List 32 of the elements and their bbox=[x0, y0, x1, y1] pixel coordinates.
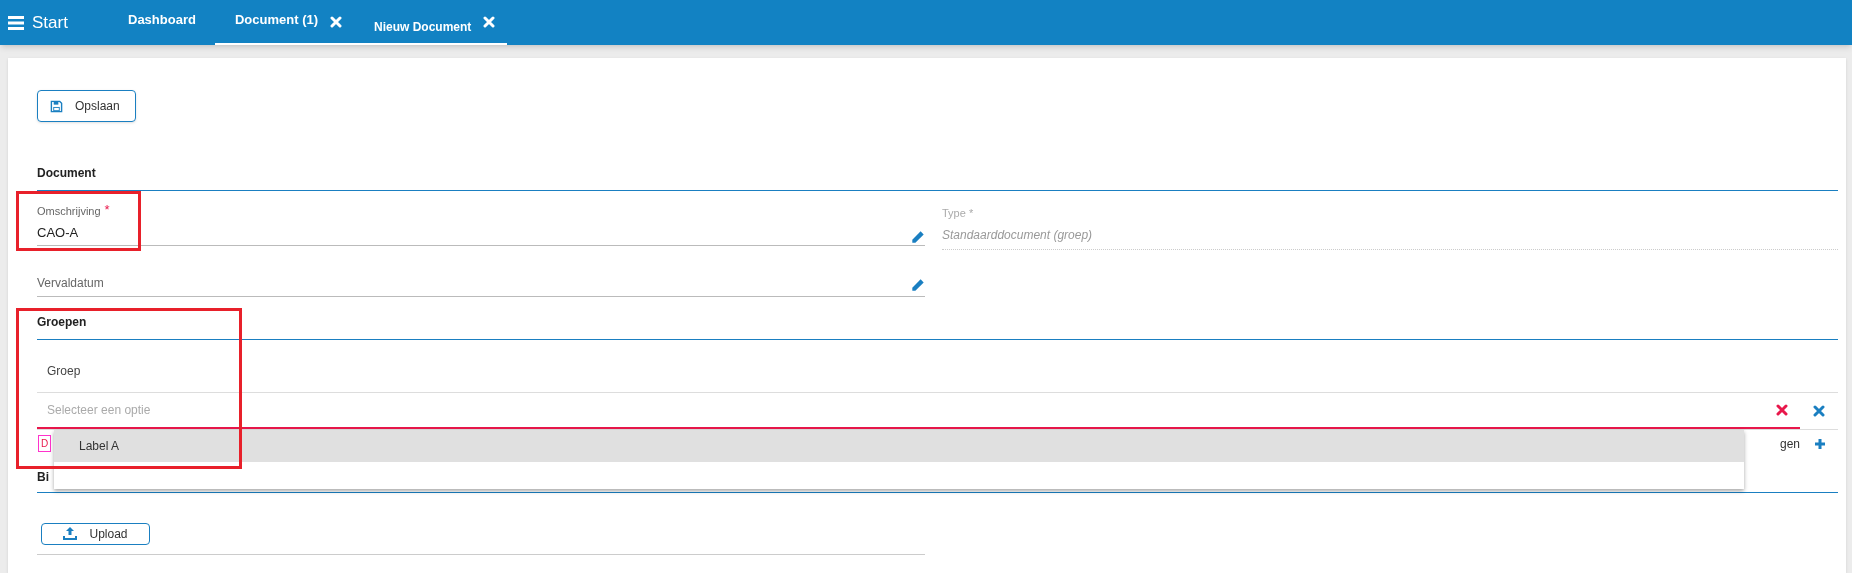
section-title: Groepen bbox=[37, 313, 88, 331]
upload-button[interactable]: Upload bbox=[41, 522, 150, 545]
menu-icon[interactable] bbox=[8, 15, 24, 30]
field-label: Omschrijving bbox=[37, 204, 101, 219]
error-text: D bbox=[38, 435, 52, 452]
close-icon[interactable] bbox=[483, 15, 496, 28]
tab-label: Nieuw Document bbox=[374, 18, 472, 36]
tab-label: Dashboard bbox=[128, 10, 196, 29]
tab-label: Document (1) bbox=[234, 10, 319, 29]
app-title[interactable]: Start bbox=[32, 9, 68, 36]
dropdown-option[interactable]: Label A bbox=[54, 429, 1744, 462]
add-group-link[interactable]: gen bbox=[1779, 434, 1800, 453]
upload-icon bbox=[63, 527, 78, 540]
field-label: Type * bbox=[942, 206, 975, 221]
pencil-icon[interactable] bbox=[911, 277, 925, 292]
clear-icon[interactable] bbox=[1776, 403, 1788, 416]
section-title: Bi bbox=[37, 468, 49, 486]
remove-icon[interactable] bbox=[1813, 404, 1825, 417]
section-title: Document bbox=[37, 165, 97, 182]
required-mark: * bbox=[104, 203, 110, 216]
close-icon[interactable] bbox=[330, 15, 343, 28]
tab[interactable]: Nieuw Document bbox=[362, 0, 508, 45]
type-value: Standaarddocument (groep) bbox=[942, 225, 1838, 250]
plus-icon[interactable] bbox=[1814, 437, 1826, 450]
save-button[interactable]: Opslaan bbox=[37, 90, 136, 122]
expiry-field[interactable]: Vervaldatum bbox=[37, 273, 911, 292]
tab[interactable]: Document (1) bbox=[215, 0, 362, 45]
description-field[interactable]: CAO-A bbox=[37, 222, 911, 242]
pencil-icon[interactable] bbox=[911, 229, 925, 244]
save-icon bbox=[50, 99, 63, 113]
tab[interactable]: Dashboard bbox=[120, 0, 215, 45]
group-label: Groep bbox=[47, 362, 82, 380]
